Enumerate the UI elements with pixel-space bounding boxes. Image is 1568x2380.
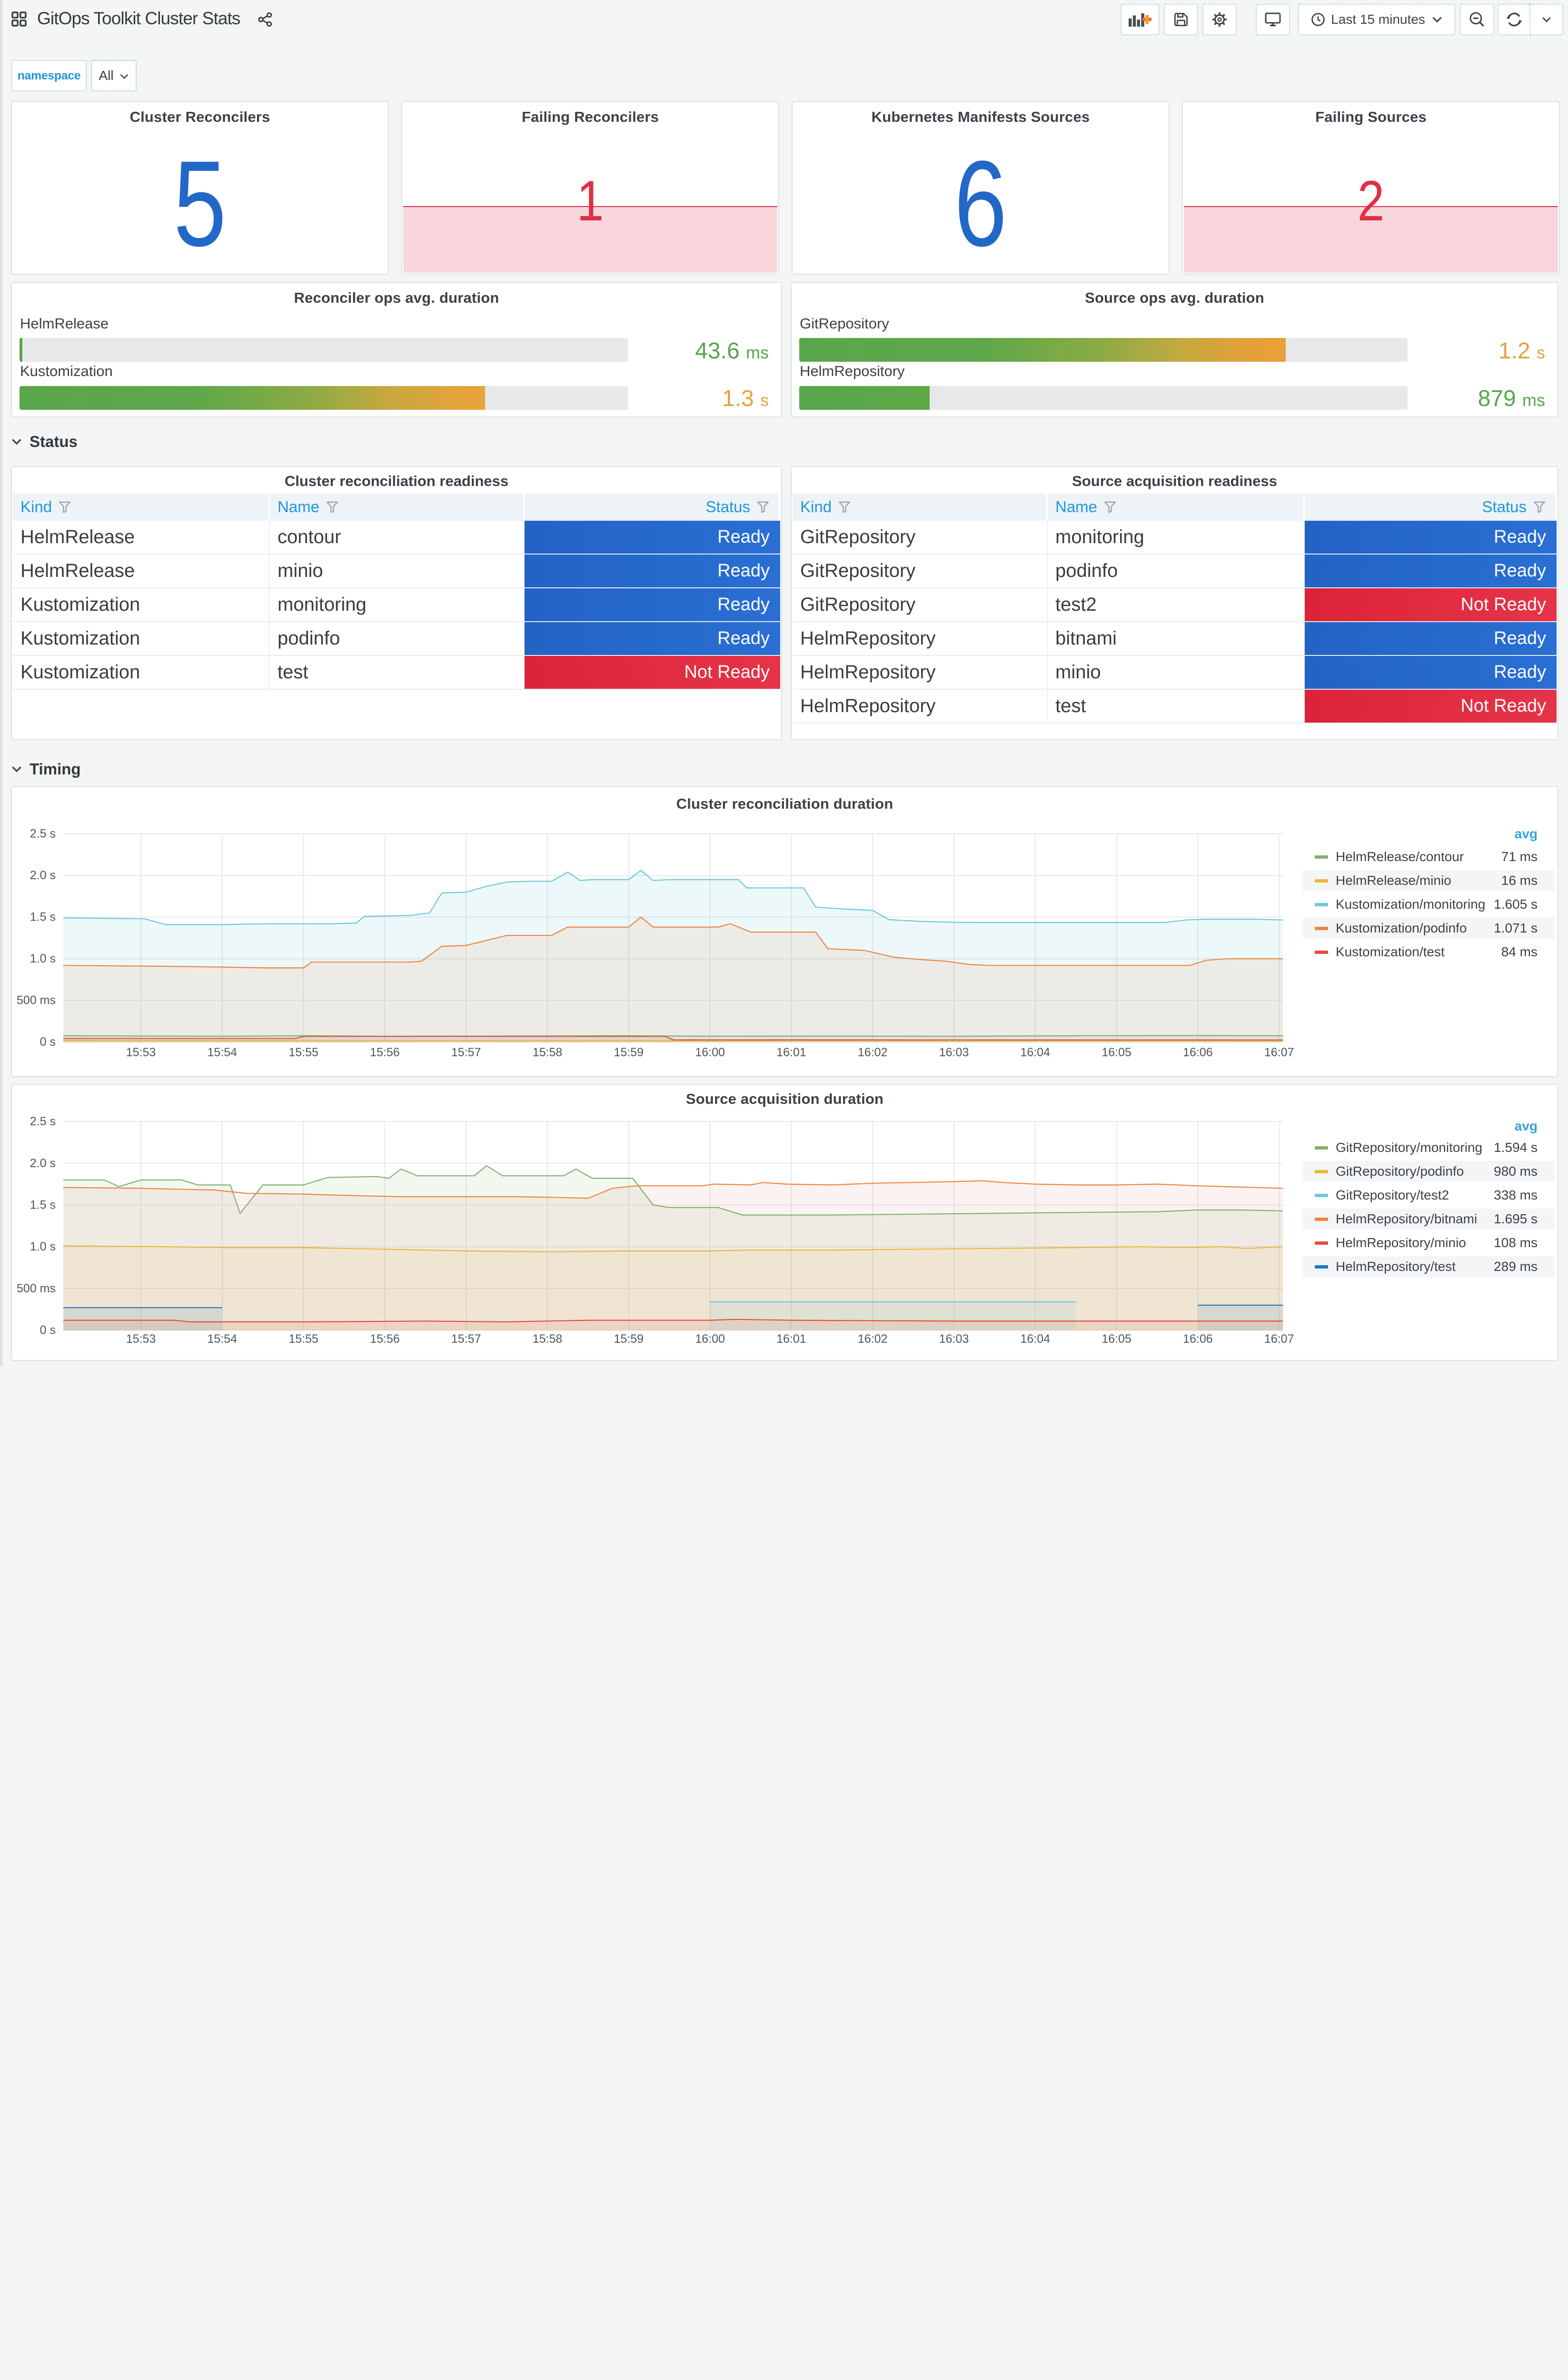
svg-text:15:54: 15:54 — [208, 1332, 238, 1346]
svg-text:0 s: 0 s — [40, 1035, 56, 1049]
svg-text:15:53: 15:53 — [126, 1332, 156, 1346]
svg-text:16:04: 16:04 — [1021, 1046, 1051, 1059]
svg-text:15:55: 15:55 — [288, 1046, 318, 1059]
svg-text:16:05: 16:05 — [1102, 1332, 1131, 1346]
svg-text:500 ms: 500 ms — [17, 994, 56, 1007]
svg-text:1.0 s: 1.0 s — [30, 952, 56, 965]
svg-text:2.0 s: 2.0 s — [30, 869, 56, 882]
svg-text:1.5 s: 1.5 s — [30, 911, 56, 924]
svg-text:1.5 s: 1.5 s — [30, 1199, 56, 1212]
svg-text:16:02: 16:02 — [858, 1332, 888, 1346]
svg-text:16:01: 16:01 — [776, 1332, 806, 1346]
svg-text:2.5 s: 2.5 s — [30, 1115, 56, 1128]
svg-text:16:01: 16:01 — [776, 1046, 806, 1059]
svg-text:16:06: 16:06 — [1183, 1332, 1213, 1346]
svg-text:15:55: 15:55 — [288, 1332, 318, 1346]
svg-text:2.5 s: 2.5 s — [30, 827, 56, 841]
svg-text:16:02: 16:02 — [858, 1046, 888, 1059]
svg-text:16:00: 16:00 — [695, 1046, 725, 1059]
svg-text:2.0 s: 2.0 s — [30, 1157, 56, 1170]
svg-text:15:54: 15:54 — [208, 1046, 238, 1059]
svg-text:16:00: 16:00 — [695, 1332, 725, 1346]
svg-text:16:06: 16:06 — [1183, 1046, 1213, 1059]
svg-text:1.0 s: 1.0 s — [30, 1240, 56, 1253]
svg-text:500 ms: 500 ms — [17, 1282, 56, 1295]
svg-text:15:58: 15:58 — [533, 1332, 563, 1346]
svg-text:0 s: 0 s — [40, 1324, 56, 1337]
svg-text:15:57: 15:57 — [451, 1332, 481, 1346]
svg-text:15:56: 15:56 — [370, 1046, 400, 1059]
svg-text:16:04: 16:04 — [1021, 1332, 1051, 1346]
svg-text:16:07: 16:07 — [1264, 1046, 1294, 1059]
svg-text:15:57: 15:57 — [451, 1046, 481, 1059]
svg-text:16:07: 16:07 — [1264, 1332, 1294, 1346]
svg-text:16:03: 16:03 — [939, 1332, 969, 1346]
svg-text:15:53: 15:53 — [126, 1046, 156, 1059]
svg-text:15:59: 15:59 — [614, 1046, 644, 1059]
svg-text:15:58: 15:58 — [533, 1046, 563, 1059]
svg-text:15:59: 15:59 — [614, 1332, 644, 1346]
svg-text:16:03: 16:03 — [939, 1046, 969, 1059]
svg-text:15:56: 15:56 — [370, 1332, 400, 1346]
svg-text:16:05: 16:05 — [1102, 1046, 1131, 1059]
